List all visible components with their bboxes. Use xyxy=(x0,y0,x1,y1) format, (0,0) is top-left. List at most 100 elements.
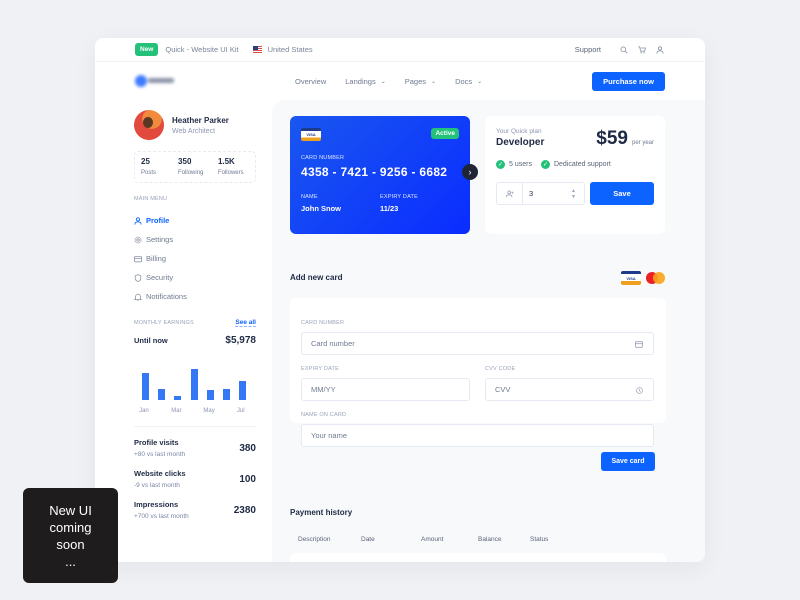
credit-card[interactable]: VISA Active CARD NUMBER 4358 - 7421 - 92… xyxy=(290,116,470,234)
plan-card: Your Quick plan Developer $59 per year ✓… xyxy=(485,116,665,234)
add-card-title: Add new card xyxy=(290,273,343,282)
spinner-arrows-icon[interactable]: ▲ ▼ xyxy=(571,188,576,200)
stat-followers: 1.5K Followers xyxy=(217,157,244,176)
user-icon[interactable] xyxy=(655,45,665,55)
metric-website-clicks: Website clicks -9 vs last month 100 xyxy=(134,469,256,489)
chevron-down-icon: ⌄ xyxy=(380,78,386,85)
profile-role: Web Architect xyxy=(172,127,216,135)
payment-history-header: Description Date Amount Balance Status xyxy=(298,536,548,543)
card-number-field[interactable] xyxy=(301,332,654,355)
earnings-tick-label: May xyxy=(203,408,215,414)
profile-name: Heather Parker xyxy=(172,115,229,125)
col-balance[interactable]: Balance xyxy=(478,536,530,543)
col-description[interactable]: Description xyxy=(298,536,361,543)
col-date[interactable]: Date xyxy=(361,536,421,543)
nav-landings[interactable]: Landings ⌄ xyxy=(345,77,385,86)
credit-card-icon xyxy=(635,340,643,348)
cvv-input[interactable] xyxy=(495,385,653,394)
earnings-tick-label: Jan xyxy=(139,408,149,414)
mastercard-brand-icon xyxy=(646,271,666,285)
cvv-field-label: CVV CODE xyxy=(485,366,516,372)
users-quantity-value[interactable]: 3 xyxy=(523,189,571,198)
visa-brand-icon: VISA xyxy=(621,271,641,285)
col-amount[interactable]: Amount xyxy=(421,536,478,543)
next-card-button[interactable]: › xyxy=(462,164,478,180)
card-expiry-label: EXPIRY DATE xyxy=(380,194,418,200)
add-user-icon xyxy=(497,183,523,204)
us-flag-icon xyxy=(252,46,262,53)
purchase-now-button[interactable]: Purchase now xyxy=(592,71,665,91)
earnings-bar-jun[interactable] xyxy=(223,388,230,400)
earnings-bar-chart: Jan Mar May Jul xyxy=(134,354,256,414)
metric-profile-visits: Profile visits +80 vs last month 380 xyxy=(134,438,256,458)
add-card-form: CARD NUMBER EXPIRY DATE CVV CODE NAME ON… xyxy=(290,298,666,471)
profile-stats: 25 Posts 350 Following 1.5K Followers xyxy=(134,151,256,183)
card-number-field-label: CARD NUMBER xyxy=(301,320,345,326)
see-all-link[interactable]: See all xyxy=(235,319,256,327)
users-quantity-stepper[interactable]: 3 ▲ ▼ xyxy=(496,182,585,205)
check-icon: ✓ xyxy=(496,160,505,169)
sidebar-item-security[interactable]: Security xyxy=(134,268,256,287)
search-icon[interactable] xyxy=(619,45,629,55)
sidebar-item-profile[interactable]: Profile xyxy=(134,211,256,230)
main-menu: Profile Settings Billing Security Notifi… xyxy=(134,211,256,306)
top-bar: New Quick - Website UI Kit United States… xyxy=(95,38,705,62)
feature-support: ✓ Dedicated support xyxy=(540,160,611,169)
chevron-down-icon: ⌄ xyxy=(477,78,483,85)
sidebar-item-notifications[interactable]: Notifications xyxy=(134,287,256,306)
app-window: New Quick - Website UI Kit United States… xyxy=(95,38,705,562)
until-now-label: Until now xyxy=(134,336,168,345)
sidebar: Heather Parker Web Architect 25 Posts 35… xyxy=(134,110,256,520)
chevron-down-icon: ⌄ xyxy=(431,78,437,85)
name-on-card-input[interactable] xyxy=(311,431,653,440)
support-link[interactable]: Support xyxy=(575,45,601,54)
stat-posts: 25 Posts xyxy=(141,157,157,176)
table-row[interactable] xyxy=(290,553,666,562)
plan-period: per year xyxy=(631,140,654,146)
nav-links: Overview Landings ⌄ Pages ⌄ Docs ⌄ xyxy=(295,77,501,86)
user-icon xyxy=(134,216,142,225)
save-card-button[interactable]: Save card xyxy=(601,452,655,471)
nav-docs[interactable]: Docs ⌄ xyxy=(455,77,482,86)
card-number-input[interactable] xyxy=(311,339,653,348)
sidebar-item-billing[interactable]: Billing xyxy=(134,249,256,268)
nav-pages[interactable]: Pages ⌄ xyxy=(405,77,436,86)
name-on-card-field[interactable] xyxy=(301,424,654,447)
earnings-total: $5,978 xyxy=(225,335,256,346)
card-name-label: NAME xyxy=(301,194,318,200)
chevron-right-icon: › xyxy=(468,167,472,177)
earnings-bar-feb[interactable] xyxy=(158,388,166,400)
feature-users: ✓ 5 users xyxy=(496,160,532,169)
earnings-bar-mar[interactable] xyxy=(174,396,182,400)
save-plan-button[interactable]: Save xyxy=(590,182,654,205)
expiry-field[interactable] xyxy=(301,378,470,401)
country-selector[interactable]: United States xyxy=(268,45,313,54)
logo[interactable] xyxy=(133,73,175,89)
earnings-bar-jul[interactable] xyxy=(239,381,247,400)
payment-history-title: Payment history xyxy=(290,508,353,517)
expiry-field-label: EXPIRY DATE xyxy=(301,366,339,372)
earnings-bar-jan[interactable] xyxy=(142,372,149,400)
profile-header: Heather Parker Web Architect xyxy=(134,110,256,140)
shield-icon xyxy=(134,273,142,282)
help-circle-icon[interactable] xyxy=(635,386,643,394)
col-status[interactable]: Status xyxy=(530,536,548,543)
card-status-badge: Active xyxy=(431,128,459,139)
bell-icon xyxy=(134,293,142,301)
cvv-field[interactable] xyxy=(485,378,654,401)
earnings-bar-may[interactable] xyxy=(206,390,214,400)
expiry-input[interactable] xyxy=(311,385,469,394)
card-number: 4358 - 7421 - 9256 - 6682 xyxy=(301,165,448,179)
monthly-earnings-label: MONTHLY EARNINGS xyxy=(134,320,194,326)
nav-overview[interactable]: Overview xyxy=(295,77,326,86)
gear-icon xyxy=(134,236,142,244)
avatar[interactable] xyxy=(134,110,164,140)
cart-icon[interactable] xyxy=(637,45,647,55)
plan-price: $59 xyxy=(596,128,628,149)
metric-impressions: Impressions +700 vs last month 2380 xyxy=(134,500,256,520)
earnings-bar-apr[interactable] xyxy=(190,369,198,400)
sidebar-item-settings[interactable]: Settings xyxy=(134,230,256,249)
divider xyxy=(134,426,256,427)
card-holder-name: John Snow xyxy=(301,204,341,213)
kit-name[interactable]: Quick - Website UI Kit xyxy=(165,45,238,54)
